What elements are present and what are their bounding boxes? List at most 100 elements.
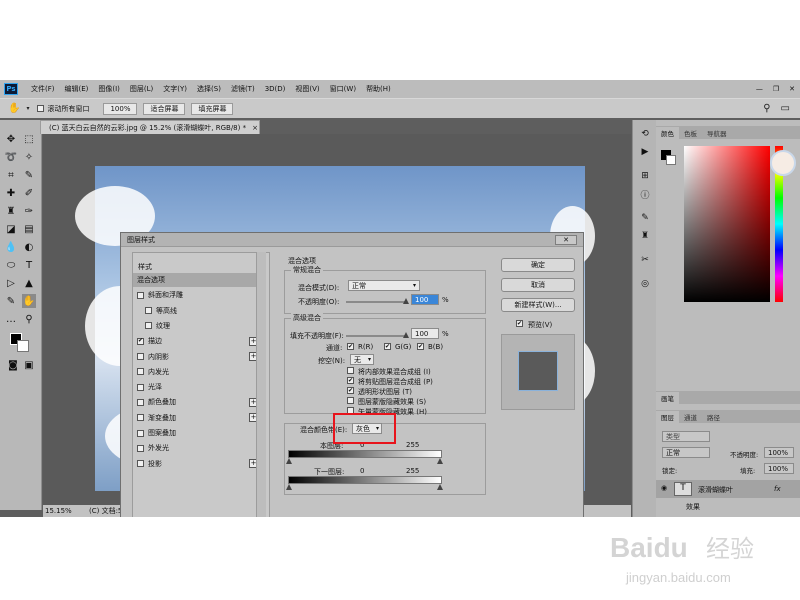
hand-tool-icon[interactable]: ✋ xyxy=(22,294,36,308)
fill-opacity-slider-track[interactable] xyxy=(346,335,406,337)
menu-layer[interactable]: 图层(L) xyxy=(125,84,158,94)
direct-selection-tool-icon[interactable]: ▲ xyxy=(22,276,36,290)
menu-view[interactable]: 视图(V) xyxy=(290,84,324,94)
style-checkbox[interactable]: ✔ xyxy=(137,337,144,345)
menu-file[interactable]: 文件(F) xyxy=(26,84,60,94)
opacity-slider-track[interactable] xyxy=(346,301,406,303)
this-layer-gradient[interactable] xyxy=(288,450,442,458)
dodge-tool-icon[interactable]: ◐ xyxy=(22,240,36,254)
knockout-select[interactable]: 无 ▾ xyxy=(350,354,374,365)
fit-screen-button[interactable]: 适合屏幕 xyxy=(143,102,186,115)
style-item[interactable]: 颜色叠加 + xyxy=(133,395,261,409)
underlying-layer-gradient[interactable] xyxy=(288,476,442,484)
scroll-all-checkbox[interactable] xyxy=(37,105,45,112)
close-document-icon[interactable]: × xyxy=(252,124,258,132)
this-layer-black-thumb[interactable] xyxy=(286,458,292,464)
channel-b-checkbox[interactable]: ✔ xyxy=(417,343,424,350)
chevron-down-icon[interactable]: ▾ xyxy=(26,105,29,112)
zoom-level[interactable]: 15.15% xyxy=(43,507,72,515)
style-checkbox[interactable] xyxy=(145,307,152,315)
style-item[interactable]: 外发光 xyxy=(133,441,261,455)
style-item[interactable]: 渐变叠加 + xyxy=(133,411,261,425)
pen-tool-icon[interactable]: ⬭ xyxy=(4,258,18,272)
style-checkbox[interactable] xyxy=(137,429,144,437)
clone-source-icon[interactable]: ♜ xyxy=(639,230,651,242)
fill-screen-button[interactable]: 填充屏幕 xyxy=(191,102,234,115)
advanced-option-checkbox[interactable]: ✔ xyxy=(347,387,354,394)
menu-3d[interactable]: 3D(D) xyxy=(260,85,291,93)
color-field[interactable] xyxy=(684,146,770,302)
layer-name[interactable]: 滚滑蝴蝶叶 xyxy=(698,485,733,495)
tab-channels[interactable]: 通道 xyxy=(679,411,702,423)
lasso-tool-icon[interactable]: ➰ xyxy=(4,150,18,164)
menu-select[interactable]: 选择(S) xyxy=(192,84,226,94)
preview-checkbox[interactable]: ✔ xyxy=(516,320,523,327)
style-item[interactable]: 斜面和浮雕 xyxy=(133,288,261,302)
gradient-tool-icon[interactable]: ▤ xyxy=(22,222,36,236)
tab-swatches[interactable]: 色板 xyxy=(679,127,702,139)
advanced-option-checkbox[interactable]: ✔ xyxy=(347,377,354,384)
close-button[interactable]: ✕ xyxy=(784,85,800,93)
underlying-layer-white-thumb[interactable] xyxy=(437,484,443,490)
opacity-field[interactable]: 100 xyxy=(411,294,439,305)
menu-type[interactable]: 文字(Y) xyxy=(158,84,192,94)
this-layer-white-thumb[interactable] xyxy=(437,458,443,464)
healing-brush-tool-icon[interactable]: ✚ xyxy=(4,186,18,200)
brush-tool-icon[interactable]: ✐ xyxy=(22,186,36,200)
layer-opacity-field[interactable]: 100% xyxy=(764,447,794,458)
screen-mode-icon[interactable]: ▣ xyxy=(22,358,36,372)
menu-image[interactable]: 图像(I) xyxy=(93,84,125,94)
cancel-button[interactable]: 取消 xyxy=(501,278,575,292)
opacity-slider-thumb[interactable] xyxy=(403,298,409,304)
document-tab[interactable]: (C) 蓝天白云自然的云彩.jpg @ 15.2% (滚滑蝴蝶叶, RGB/8)… xyxy=(40,120,260,134)
style-checkbox[interactable] xyxy=(137,398,144,406)
channel-g-checkbox[interactable]: ✔ xyxy=(384,343,391,350)
underlying-layer-black-thumb[interactable] xyxy=(286,484,292,490)
tab-brush[interactable]: 画笔 xyxy=(656,392,679,404)
tab-layers[interactable]: 图层 xyxy=(656,411,679,423)
3d-panel-icon[interactable]: ◎ xyxy=(639,278,651,290)
actions-panel-icon[interactable]: ▶ xyxy=(639,146,651,158)
style-checkbox[interactable] xyxy=(137,368,144,376)
visibility-eye-icon[interactable]: ◉ xyxy=(661,484,667,492)
info-panel-icon[interactable]: ⓘ xyxy=(639,188,651,201)
style-item[interactable]: 图案叠加 xyxy=(133,426,261,440)
menu-help[interactable]: 帮助(H) xyxy=(361,84,396,94)
brush-panel-icon[interactable]: ✎ xyxy=(639,212,651,224)
tab-color[interactable]: 颜色 xyxy=(656,127,679,139)
properties-panel-icon[interactable]: ⊞ xyxy=(639,170,651,182)
style-item[interactable]: 纹理 xyxy=(133,319,261,333)
style-checkbox[interactable] xyxy=(137,383,144,391)
style-item[interactable]: 内发光 xyxy=(133,365,261,379)
fx-icon[interactable]: fx xyxy=(774,485,781,493)
style-checkbox[interactable] xyxy=(137,460,144,468)
fill-opacity-slider-thumb[interactable] xyxy=(403,332,409,338)
type-tool-icon[interactable]: T xyxy=(22,258,36,272)
shape-tool-icon[interactable]: ✎ xyxy=(4,294,18,308)
style-checkbox[interactable] xyxy=(137,353,144,360)
magic-wand-tool-icon[interactable]: ✧ xyxy=(22,150,36,164)
menu-edit[interactable]: 编辑(E) xyxy=(60,84,94,94)
path-selection-tool-icon[interactable]: ▷ xyxy=(4,276,18,290)
advanced-option-checkbox[interactable] xyxy=(347,367,354,374)
styles-scrollbar[interactable] xyxy=(256,252,266,517)
restore-button[interactable]: ❐ xyxy=(768,85,784,93)
workspace-icon[interactable]: ▭ xyxy=(781,103,790,114)
tab-navigator[interactable]: 导航器 xyxy=(702,127,732,139)
marquee-tool-icon[interactable]: ⬚ xyxy=(22,132,36,146)
crop-tool-icon[interactable]: ⌗ xyxy=(4,168,18,182)
style-item[interactable]: 内阴影 + xyxy=(133,350,261,364)
eraser-tool-icon[interactable]: ◪ xyxy=(4,222,18,236)
style-checkbox[interactable] xyxy=(145,322,152,330)
fill-opacity-field[interactable]: 100 xyxy=(411,328,439,339)
style-item[interactable]: 投影 + xyxy=(133,457,261,471)
layer-kind-filter[interactable]: 类型 xyxy=(662,431,710,442)
history-brush-tool-icon[interactable]: ✑ xyxy=(22,204,36,218)
quick-mask-icon[interactable]: ◙ xyxy=(6,358,20,372)
more-tools-icon[interactable]: … xyxy=(4,312,18,326)
background-color-chip[interactable] xyxy=(666,155,676,165)
channel-r-checkbox[interactable]: ✔ xyxy=(347,343,354,350)
tab-paths[interactable]: 路径 xyxy=(702,411,725,423)
zoom-tool-icon[interactable]: ⚲ xyxy=(22,312,36,326)
style-item[interactable]: 混合选项 xyxy=(133,273,261,287)
